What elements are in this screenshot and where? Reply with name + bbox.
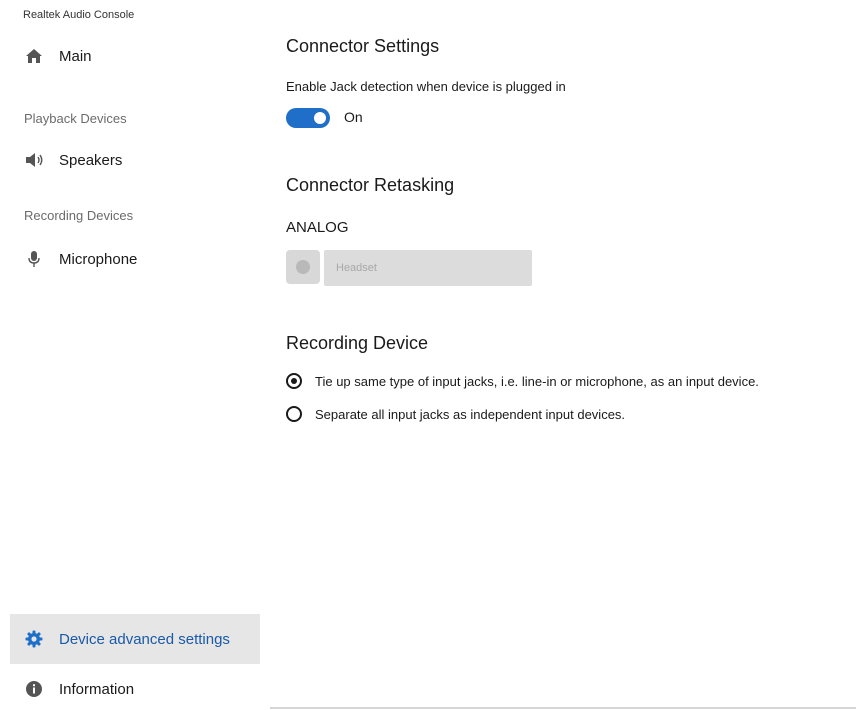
jack-detection-toggle[interactable] [286,108,330,128]
radio-tie-up-input-jacks[interactable]: Tie up same type of input jacks, i.e. li… [286,370,759,392]
toggle-state-label: On [344,109,363,125]
sidebar-item-label: Microphone [59,250,138,268]
bottom-divider [270,707,856,709]
sidebar-item-label: Information [59,680,135,698]
radio-button-unchecked[interactable] [286,406,302,422]
microphone-icon [24,249,44,269]
connector-settings-title: Connector Settings [286,36,440,56]
radio-separate-input-jacks[interactable]: Separate all input jacks as independent … [286,403,625,425]
jack-color-icon [286,250,320,284]
jack-retask-value: Headset [336,262,377,274]
info-icon [24,679,44,699]
playback-devices-heading: Playback Devices [24,111,127,126]
jack-retask-dropdown[interactable]: Headset [324,250,532,286]
sidebar-item-main[interactable]: Main [10,38,260,74]
recording-devices-heading: Recording Devices [24,208,134,223]
recording-device-title: Recording Device [286,333,429,353]
jack-dot [296,260,310,274]
gear-icon [24,629,44,649]
sidebar-item-label: Device advanced settings [59,630,230,648]
sidebar-item-label: Main [59,47,92,65]
connector-retasking-title: Connector Retasking [286,175,455,195]
app-title: Realtek Audio Console [23,9,135,21]
sidebar-item-microphone[interactable]: Microphone [10,241,260,277]
analog-label: ANALOG [286,219,349,236]
sidebar-item-label: Speakers [59,151,123,169]
radio-button-checked[interactable] [286,373,302,389]
jack-detection-description: Enable Jack detection when device is plu… [286,79,566,94]
app-window: Realtek Audio Console Main Playback Devi… [0,0,856,710]
toggle-knob [314,112,326,124]
sidebar-item-device-advanced-settings[interactable]: Device advanced settings [10,614,260,664]
main-content: Connector Settings Enable Jack detection… [270,0,856,710]
home-icon [24,46,44,66]
radio-label: Tie up same type of input jacks, i.e. li… [315,373,759,389]
sidebar-item-information[interactable]: Information [10,671,260,707]
speaker-icon [24,150,44,170]
sidebar: Realtek Audio Console Main Playback Devi… [0,0,270,710]
radio-label: Separate all input jacks as independent … [315,406,626,422]
sidebar-item-speakers[interactable]: Speakers [10,142,260,178]
